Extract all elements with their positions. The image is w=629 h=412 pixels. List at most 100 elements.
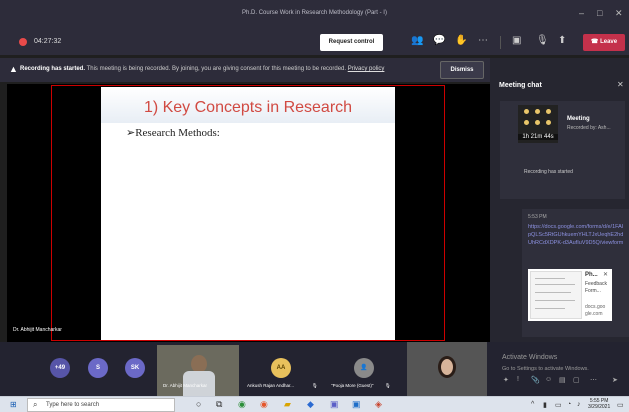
chat-close-icon[interactable]: ✕	[617, 80, 624, 89]
participant-dot	[535, 109, 540, 114]
notifications-icon[interactable]: ▭	[617, 401, 624, 409]
warning-icon: ▲	[9, 64, 18, 74]
recording-indicator-icon	[19, 38, 27, 46]
banner-message: Recording has started. This meeting is b…	[20, 66, 384, 72]
banner-bold: Recording has started.	[20, 66, 86, 72]
avatar[interactable]: SK	[125, 358, 145, 378]
shared-screen: 1) Key Concepts in Research ➢Research Me…	[51, 85, 445, 341]
banner-text: This meeting is being recorded. By joini…	[85, 66, 348, 72]
preview-thumbnail	[530, 271, 582, 319]
preview-domain: docs.goo gle.com	[585, 304, 606, 317]
chat-title: Meeting chat	[499, 82, 542, 89]
cortana-icon[interactable]: ○	[196, 399, 201, 409]
phone-icon: ☎	[590, 39, 601, 45]
emoji-icon[interactable]: ☺	[545, 376, 552, 383]
close-icon[interactable]: ✕	[615, 8, 623, 19]
recording-card[interactable]: 1h 21m 44s Meeting Recorded by: Ash... R…	[500, 101, 625, 199]
toolbar-divider	[500, 36, 501, 49]
presentation-slide: 1) Key Concepts in Research ➢Research Me…	[101, 87, 395, 340]
task-view-icon[interactable]: ⧉	[216, 399, 222, 410]
camera-off-icon[interactable]: ▣	[512, 35, 521, 46]
window-title: Ph.D. Course Work in Research Methodolog…	[242, 10, 387, 16]
chrome-icon[interactable]: ◉	[260, 399, 268, 410]
volume-icon[interactable]: ♪	[577, 401, 581, 408]
app-icon[interactable]: ◈	[375, 399, 382, 410]
meeting-stage: 1) Key Concepts in Research ➢Research Me…	[7, 84, 490, 342]
avatar[interactable]: AA	[271, 358, 291, 378]
video-tile[interactable]	[407, 342, 487, 396]
more-icon[interactable]: ⋯	[590, 376, 597, 384]
doc-line	[535, 278, 565, 279]
windows-start-icon[interactable]: ⊞	[10, 400, 17, 409]
doc-line	[535, 308, 565, 309]
network-icon[interactable]: ▮	[543, 401, 547, 409]
taskbar-clock[interactable]: 5:55 PM 3/29/2021	[588, 398, 610, 410]
reactions-icon[interactable]: ✋	[455, 35, 467, 46]
mic-off-icon[interactable]: 🎙	[536, 35, 549, 46]
request-control-button[interactable]: Request control	[320, 34, 383, 51]
title-bar: Ph.D. Course Work in Research Methodolog…	[0, 0, 629, 30]
chat-message: 5:53 PM https://docs.google.com/forms/d/…	[522, 209, 629, 337]
recording-thumbnail[interactable]: 1h 21m 44s	[518, 105, 558, 143]
avatar[interactable]: S	[88, 358, 108, 378]
recording-banner: ▲ Recording has started. This meeting is…	[0, 58, 490, 82]
overflow-count[interactable]: +49	[50, 358, 70, 378]
word-icon[interactable]: ▣	[352, 399, 361, 410]
meeting-toolbar: 04:27:32 Request control 👥 💬 ✋ ⋯ ▣ 🎙 ⬆ ☎…	[0, 30, 629, 55]
more-options-icon[interactable]: ⋯	[478, 35, 488, 46]
minimize-icon[interactable]: –	[579, 8, 584, 18]
share-tray-icon[interactable]: ⬆	[558, 35, 566, 46]
participant-face	[438, 356, 456, 378]
taskbar-search[interactable]: ⌕ Type here to search	[27, 398, 175, 412]
attach-icon[interactable]: 📎	[531, 376, 540, 384]
battery-icon[interactable]: ▭	[555, 401, 562, 409]
send-icon[interactable]: ➤	[612, 376, 618, 384]
search-placeholder: Type here to search	[46, 402, 100, 408]
slide-bullet: ➢Research Methods:	[126, 127, 220, 139]
participant-dot	[546, 109, 551, 114]
wifi-icon[interactable]: ◔	[567, 401, 571, 408]
sparkle-icon[interactable]: ✦	[503, 376, 509, 384]
teams-icon[interactable]: ▣	[330, 399, 339, 410]
guest-avatar[interactable]: 👤	[354, 358, 374, 378]
form-link[interactable]: https://docs.google.com/forms/d/e/1FAIpQ…	[528, 223, 624, 247]
gif-icon[interactable]: ▤	[559, 376, 566, 384]
link-preview[interactable]: Ph... ✕ Feedback Form... docs.goo gle.co…	[528, 269, 612, 321]
activate-windows-sub: Go to Settings to activate Windows.	[502, 366, 589, 372]
clock-date: 3/29/2021	[588, 404, 611, 410]
leave-label: Leave	[600, 39, 618, 45]
recording-status: Recording has started	[524, 169, 573, 175]
mic-off-icon: 🎙	[385, 383, 391, 388]
participant-dot	[524, 109, 529, 114]
windows-taskbar: ⊞ ⌕ Type here to search ○ ⧉ ◉ ◉ ▰ ◆ ▣ ▣ …	[0, 396, 629, 412]
search-icon: ⌕	[33, 400, 38, 409]
preview-close-icon[interactable]: ✕	[603, 271, 608, 278]
tray-expand-icon[interactable]: ^	[531, 401, 534, 408]
participants-icon[interactable]: 👥	[411, 35, 423, 46]
alert-icon[interactable]: !	[517, 376, 519, 383]
maximize-icon[interactable]: □	[597, 8, 602, 18]
doc-line	[535, 284, 575, 285]
video-tile[interactable]	[157, 345, 239, 396]
sticker-icon[interactable]: ▢	[573, 376, 580, 384]
participant-label: Ankush Rajan Andhar...	[247, 383, 295, 388]
participant-dot	[535, 120, 540, 125]
recording-duration: 1h 21m 44s	[518, 134, 558, 140]
person-icon: 👤	[360, 365, 368, 371]
chat-icon[interactable]: 💬	[433, 35, 445, 46]
doc-line	[535, 292, 571, 293]
leave-button[interactable]: ☎ Leave	[583, 34, 625, 51]
participant-dot	[546, 120, 551, 125]
dismiss-button[interactable]: Dismiss	[440, 61, 484, 79]
privacy-policy-link[interactable]: Privacy policy	[348, 66, 385, 72]
edge-icon[interactable]: ◉	[238, 399, 246, 410]
doc-line	[535, 300, 575, 301]
recorded-by: Recorded by: Ash...	[567, 125, 611, 131]
store-icon[interactable]: ◆	[307, 399, 314, 410]
meeting-timer: 04:27:32	[34, 38, 62, 45]
chat-panel: Meeting chat ✕ 1h 21m 44s Meeting Record…	[490, 58, 629, 342]
preview-title: Ph...	[585, 272, 598, 278]
file-explorer-icon[interactable]: ▰	[284, 399, 291, 410]
video-tile-label: Dr. Abhijit Mancharkar	[163, 383, 208, 388]
presenter-name: Dr. Abhijit Mancharkar	[13, 327, 62, 333]
